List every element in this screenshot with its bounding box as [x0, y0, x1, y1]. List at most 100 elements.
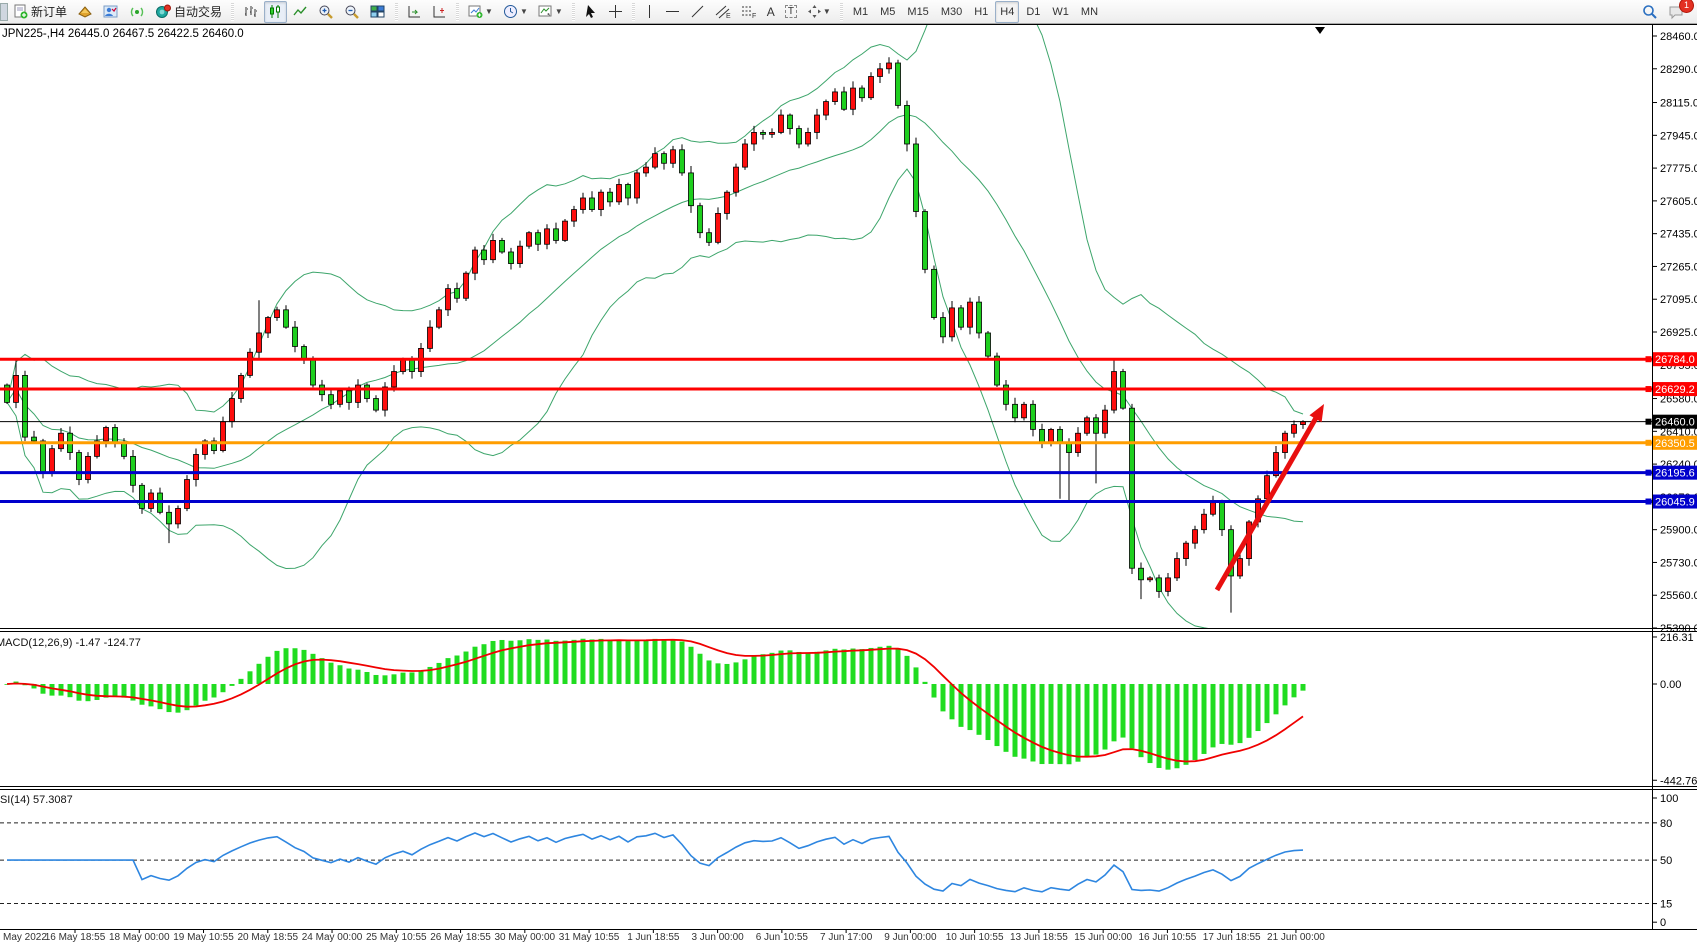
label: 0.00	[1660, 679, 1681, 691]
svg-text:E: E	[726, 13, 731, 19]
search-button[interactable]	[1638, 1, 1662, 23]
trendline-icon	[690, 4, 705, 19]
clipped-icon	[0, 3, 8, 21]
macd-pane[interactable]	[5, 639, 1306, 770]
candles-layer[interactable]	[5, 57, 1306, 612]
toolbar-grip[interactable]	[570, 3, 577, 21]
dropdown-caret: ▼	[520, 7, 528, 16]
time-marker	[1315, 27, 1325, 34]
chart-window[interactable]: 28460.028290.028115.027945.027775.027605…	[0, 0, 1697, 944]
text-tool[interactable]: A	[763, 1, 779, 23]
label: 26784.0	[1655, 354, 1695, 366]
toolbar-grip[interactable]	[838, 3, 845, 21]
label: 16 May 18:55	[45, 932, 106, 943]
rsi-axis[interactable]: 1008050150	[0, 793, 1678, 929]
toolbar-grip[interactable]	[393, 3, 400, 21]
label: 30 May 00:00	[495, 932, 556, 943]
tf-button-H4[interactable]: H4	[995, 1, 1019, 23]
tf-button-H1[interactable]: H1	[969, 1, 993, 23]
horizontal-line-tool[interactable]	[661, 1, 684, 23]
macd-title: MACD(12,26,9) -1.47 -124.77	[0, 637, 141, 649]
bar-chart-mode-button[interactable]	[239, 1, 262, 23]
tf-button-M5[interactable]: M5	[875, 1, 900, 23]
cursor-tool-button[interactable]	[580, 1, 602, 23]
text-label-glyph: T	[785, 5, 797, 18]
tf-button-M1[interactable]: M1	[848, 1, 873, 23]
label: 25900.0	[1660, 525, 1697, 537]
market-watch-signal-button[interactable]	[125, 1, 149, 23]
tf-button-M30[interactable]: M30	[936, 1, 967, 23]
level-lines[interactable]	[0, 359, 1652, 501]
tf-button-W1[interactable]: W1	[1047, 1, 1074, 23]
fibonacci-tool[interactable]: F	[737, 1, 761, 23]
line-chart-icon	[293, 4, 308, 19]
zoom-in-icon	[318, 4, 334, 20]
crosshair-tool-button[interactable]	[604, 1, 627, 23]
candlestick-mode-button[interactable]	[264, 1, 287, 23]
label: 27945.0	[1660, 130, 1697, 142]
price-axis[interactable]: 28460.028290.028115.027945.027775.027605…	[1652, 31, 1697, 635]
label: May 2022	[3, 932, 47, 943]
label: 9 Jun 00:00	[884, 932, 937, 943]
rsi-pane[interactable]	[7, 833, 1303, 892]
new-order-icon	[13, 4, 28, 19]
equidistant-channel-tool[interactable]: E	[711, 1, 735, 23]
auto-scroll-icon	[407, 4, 422, 19]
period-button[interactable]: ▼	[499, 1, 532, 23]
label: 26350.5	[1655, 438, 1695, 450]
vertical-line-tool[interactable]	[640, 1, 659, 23]
new-chart-button[interactable]: ▼	[464, 1, 497, 23]
trendline-tool[interactable]	[686, 1, 709, 23]
toolbar-grip[interactable]	[454, 3, 461, 21]
tf-button-M15[interactable]: M15	[902, 1, 933, 23]
gold-seal-icon	[77, 4, 93, 19]
crosshair-icon	[608, 4, 623, 19]
time-axis[interactable]: May 202216 May 18:5518 May 00:0019 May 1…	[3, 929, 1325, 943]
main-toolbar: 新订单 自动交易	[0, 0, 1697, 24]
dropdown-caret: ▼	[823, 7, 831, 16]
label: 27775.0	[1660, 163, 1697, 175]
bollinger-upper-band	[7, 0, 1303, 414]
arrows-tool[interactable]: ▼	[803, 1, 835, 23]
zoom-in-button[interactable]	[314, 1, 338, 23]
zoom-out-button[interactable]	[340, 1, 364, 23]
line-chart-mode-button[interactable]	[289, 1, 312, 23]
dropdown-caret: ▼	[555, 7, 563, 16]
label: 20 May 18:55	[237, 932, 298, 943]
cursor-icon	[584, 4, 598, 19]
chart-shift-button[interactable]	[428, 1, 451, 23]
label: 26195.6	[1655, 468, 1695, 480]
tf-button-D1[interactable]: D1	[1021, 1, 1045, 23]
template-button[interactable]: ▼	[534, 1, 567, 23]
label: 100	[1660, 793, 1678, 805]
svg-text:F: F	[752, 13, 756, 19]
auto-scroll-button[interactable]	[403, 1, 426, 23]
label: 15	[1660, 899, 1672, 911]
label: 1 Jun 18:55	[627, 932, 680, 943]
label: RSI(14) 57.3087	[0, 794, 73, 806]
tf-button-MN[interactable]: MN	[1076, 1, 1103, 23]
toolbar-grip[interactable]	[630, 3, 637, 21]
trend-arrow[interactable]	[1217, 404, 1324, 590]
notification-badge: 1	[1679, 0, 1694, 13]
label: 50	[1660, 855, 1672, 867]
tile-windows-button[interactable]	[366, 1, 390, 23]
history-center-button[interactable]	[73, 1, 97, 23]
autotrading-button[interactable]: 自动交易	[151, 1, 226, 23]
new-order-label: 新订单	[31, 3, 67, 20]
rsi-title: RSI(14) 57.3087	[0, 794, 73, 806]
profile-button[interactable]	[99, 1, 123, 23]
horizontal-line-icon	[665, 4, 680, 19]
notifications-button[interactable]: 1	[1664, 1, 1689, 23]
label: 26460.0	[1655, 417, 1695, 429]
bollinger-middle-band	[7, 115, 1303, 522]
chart-shift-icon	[432, 4, 447, 19]
tile-windows-icon	[370, 4, 386, 19]
new-order-button[interactable]: 新订单	[9, 1, 71, 23]
toolbar-grip[interactable]	[229, 3, 236, 21]
autotrading-icon	[155, 4, 171, 19]
label: 26925.0	[1660, 327, 1697, 339]
macd-axis[interactable]: 216.310.00-442.76	[1652, 632, 1697, 787]
label: 13 Jun 18:55	[1010, 932, 1068, 943]
text-label-tool[interactable]: T	[781, 1, 801, 23]
